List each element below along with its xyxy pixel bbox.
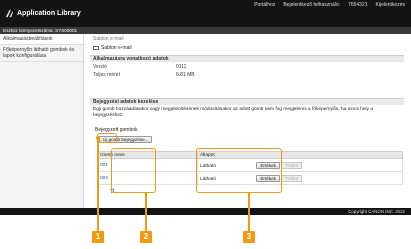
portal-link[interactable]: Portálhoz	[254, 2, 275, 8]
info-value: 6.81 MB	[176, 72, 195, 78]
info-key: Teljes méret	[93, 72, 120, 78]
sidebar: Alkalmazásbeállítások Főképernyőn láthat…	[0, 34, 84, 208]
delete-button[interactable]: Törlés	[281, 174, 303, 182]
info-row: Verzió 0111	[90, 63, 404, 71]
callout-line-3	[248, 193, 250, 231]
callout-1: 1	[92, 231, 104, 243]
info-section-header: Alkalmazásra vonatkozó adatok	[90, 55, 404, 62]
callout-2: 2	[140, 231, 152, 243]
callout-line-1	[97, 140, 99, 231]
highlight-name-column	[111, 148, 156, 193]
description-text: Egy gomb hozzáadásakor vagy megjelenítés…	[93, 107, 373, 118]
app-logo-icon	[5, 9, 14, 18]
callout-line-2	[145, 193, 147, 231]
callout-3: 3	[243, 231, 255, 243]
sidebar-item-home-buttons[interactable]: Főképernyőn látható gombok és lapok konf…	[0, 45, 83, 62]
sidebar-item-app-settings[interactable]: Alkalmazásbeállítások	[0, 34, 83, 45]
header-links: Portálhoz Bejelentkező felhasználó: 7654…	[254, 2, 405, 8]
breadcrumb: Sablon e-mail	[93, 36, 124, 42]
highlight-add-button	[97, 133, 117, 143]
info-table: Verzió 0111 Teljes méret 6.81 MB	[90, 63, 404, 79]
highlight-status-column	[196, 148, 282, 193]
app-title: Application Library	[17, 10, 81, 17]
button-name-link[interactable]: 001	[100, 163, 108, 168]
user-label: Bejelentkező felhasználó:	[283, 2, 341, 8]
app-name: Sablon e-mail	[101, 45, 132, 51]
info-row: Teljes méret 6.81 MB	[90, 71, 404, 79]
info-value: 0111	[176, 64, 187, 70]
header-bar: Application Library Portálhoz Bejelentke…	[0, 0, 411, 27]
button-name-link[interactable]: 002	[100, 176, 108, 181]
footer: Copyright CANON INC. 2022	[0, 208, 411, 215]
logout-link[interactable]: Kijelentkezés	[376, 2, 405, 8]
mail-icon	[93, 45, 99, 50]
info-key: Verzió	[93, 64, 107, 70]
app-name-row: Sablon e-mail	[93, 45, 132, 51]
device-bar: Eszköz környezetszáma: SYS00001	[0, 27, 411, 34]
user-id: 7654321	[348, 2, 368, 8]
button-section-header: Bejegyzési adatok kezelése	[90, 98, 404, 105]
delete-button[interactable]: Törlés	[281, 161, 303, 169]
